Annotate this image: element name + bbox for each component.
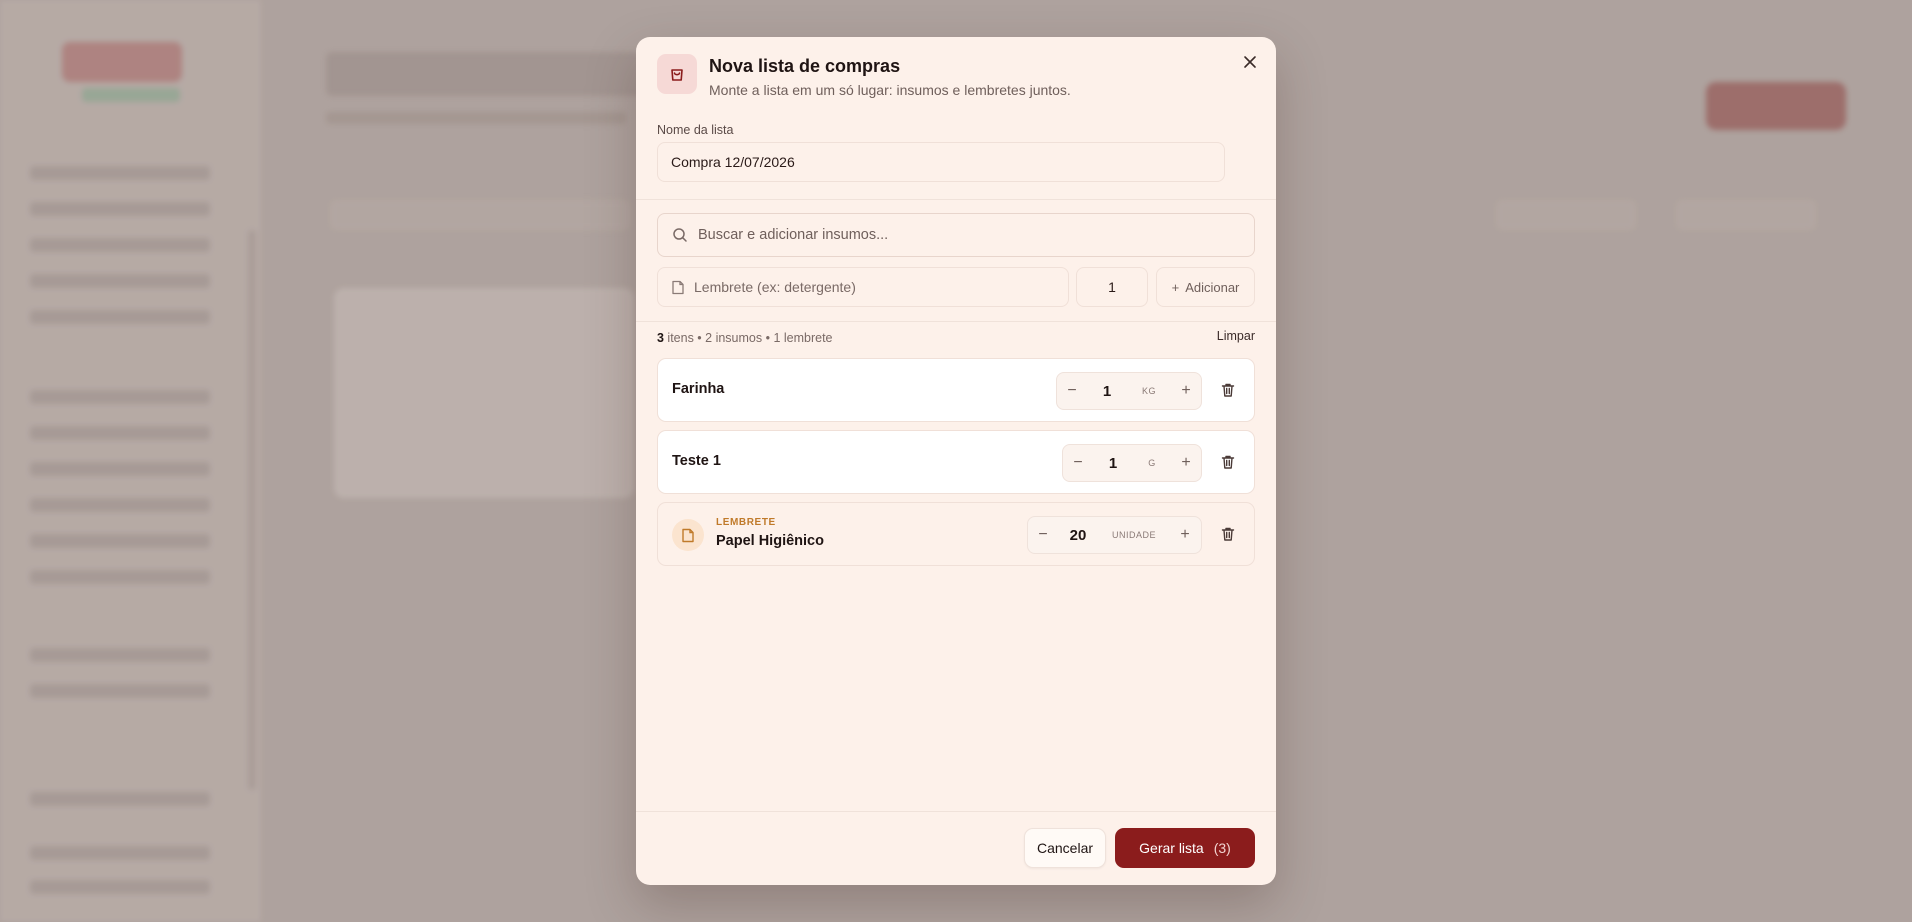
plus-icon: + — [1171, 279, 1180, 295]
decrease-button[interactable]: − — [1057, 373, 1087, 409]
unit-label: KG — [1141, 386, 1156, 396]
generate-list-label: Gerar lista — [1139, 840, 1204, 856]
quantity-stepper: − 1 G + — [1062, 444, 1202, 482]
delete-button[interactable] — [1218, 525, 1238, 545]
quantity-stepper: − 1 KG + — [1056, 372, 1202, 410]
delete-button[interactable] — [1218, 381, 1238, 401]
increase-button[interactable]: + — [1171, 373, 1201, 409]
item-name: Papel Higiênico — [716, 533, 824, 549]
generate-list-count: (3) — [1213, 840, 1231, 856]
delete-button[interactable] — [1218, 453, 1238, 473]
close-button[interactable] — [1238, 51, 1262, 75]
note-icon — [672, 519, 704, 551]
increase-button[interactable]: + — [1170, 517, 1200, 553]
quantity-value[interactable]: 1 — [1093, 455, 1133, 472]
search-icon — [673, 228, 687, 242]
divider — [636, 321, 1276, 322]
items-count: 3 — [657, 331, 664, 345]
quantity-stepper: − 20 UNIDADE + — [1027, 516, 1202, 554]
reminder-input[interactable] — [694, 268, 1054, 306]
search-field[interactable] — [657, 213, 1255, 257]
modal-subtitle: Monte a lista em um só lugar: insumos e … — [709, 82, 1071, 98]
list-item: Farinha − 1 KG + — [657, 358, 1255, 422]
list-name-input[interactable] — [657, 142, 1225, 182]
reminder-quantity-input[interactable] — [1076, 267, 1148, 307]
add-reminder-button[interactable]: + Adicionar — [1156, 267, 1255, 307]
unit-label: G — [1148, 458, 1156, 468]
divider — [636, 199, 1276, 200]
list-item: Teste 1 − 1 G + — [657, 430, 1255, 494]
cancel-button[interactable]: Cancelar — [1024, 828, 1106, 868]
item-name: Teste 1 — [672, 453, 721, 469]
increase-button[interactable]: + — [1171, 445, 1201, 481]
list-name-label: Nome da lista — [657, 123, 734, 137]
reminder-field[interactable] — [657, 267, 1069, 307]
clear-button[interactable]: Limpar — [1217, 329, 1255, 343]
note-icon — [672, 280, 684, 295]
items-summary-text: itens • 2 insumos • 1 lembrete — [663, 331, 833, 345]
list-item-reminder: LEMBRETE Papel Higiênico − 20 UNIDADE + — [657, 502, 1255, 566]
shopping-bag-icon — [657, 54, 697, 94]
reminder-tag: LEMBRETE — [716, 517, 776, 528]
add-reminder-label: Adicionar — [1185, 279, 1240, 295]
modal-header: Nova lista de compras Monte a lista em u… — [657, 54, 1216, 98]
trash-icon — [1221, 383, 1235, 397]
item-name: Farinha — [672, 381, 725, 397]
unit-label: UNIDADE — [1111, 530, 1156, 540]
search-input[interactable] — [698, 214, 1238, 256]
decrease-button[interactable]: − — [1063, 445, 1093, 481]
quantity-value[interactable]: 20 — [1058, 527, 1098, 544]
modal-title: Nova lista de compras — [709, 56, 901, 76]
decrease-button[interactable]: − — [1028, 517, 1058, 553]
close-icon — [1244, 56, 1256, 68]
items-summary: 3 itens • 2 insumos • 1 lembrete — [657, 331, 833, 345]
new-shopping-list-modal: Nova lista de compras Monte a lista em u… — [636, 37, 1276, 885]
generate-list-button[interactable]: Gerar lista (3) — [1115, 828, 1255, 868]
footer-divider — [636, 811, 1276, 812]
quantity-value[interactable]: 1 — [1087, 383, 1127, 400]
trash-icon — [1221, 455, 1235, 469]
trash-icon — [1221, 527, 1235, 541]
